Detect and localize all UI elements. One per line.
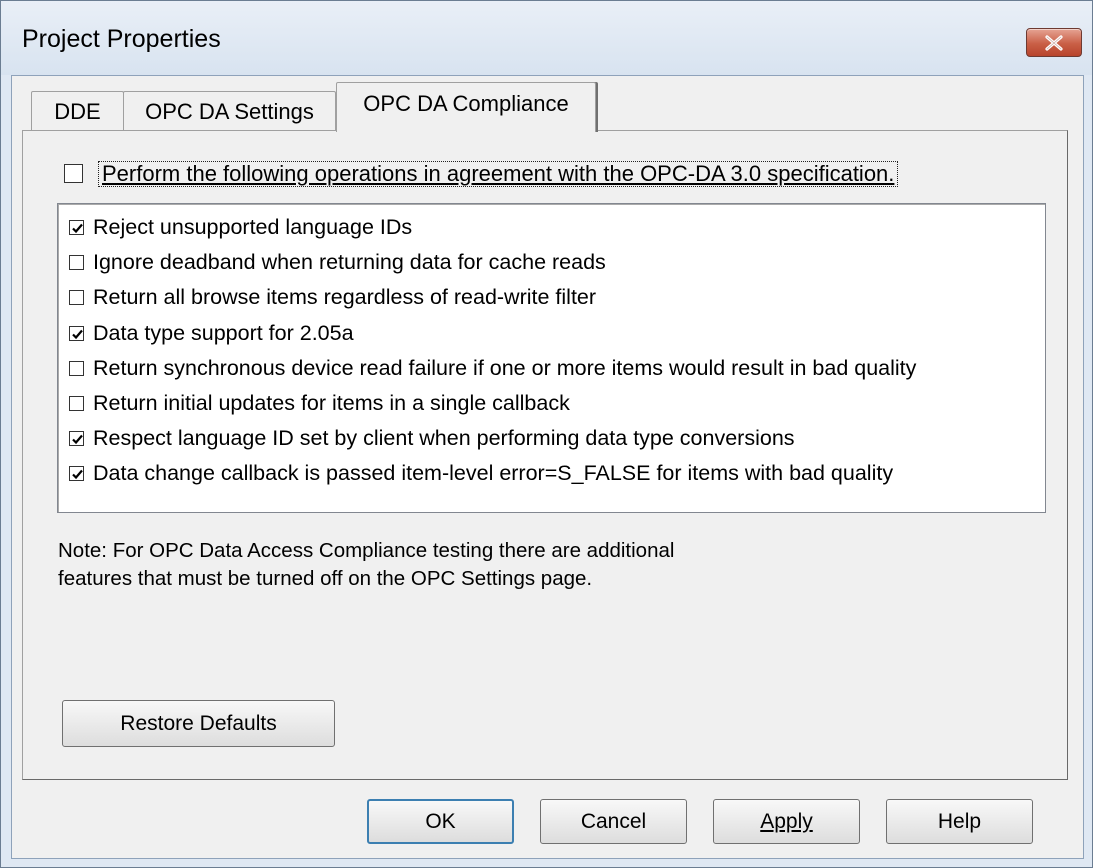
checkmark-icon (72, 223, 83, 234)
main-option-label-text: Perform the following operations in agre… (102, 161, 895, 186)
list-item[interactable]: Ignore deadband when returning data for … (66, 247, 1036, 279)
tab-dde[interactable]: DDE (31, 91, 124, 131)
apply-button[interactable]: Apply (713, 799, 860, 844)
help-button[interactable]: Help (886, 799, 1033, 844)
list-item[interactable]: Reject unsupported language IDs (66, 212, 1036, 244)
close-button[interactable] (1026, 28, 1082, 57)
checkmark-icon (72, 470, 83, 480)
apply-button-label: Apply (760, 810, 813, 833)
option-checkbox[interactable] (69, 431, 84, 447)
note-line-2: features that must be turned off on the … (58, 567, 593, 590)
compliance-note: Note: For OPC Data Access Compliance tes… (58, 537, 674, 593)
list-item[interactable]: Data type support for 2.05a (66, 318, 1036, 350)
option-checkbox[interactable] (69, 466, 84, 482)
option-label: Return all browse items regardless of re… (93, 285, 597, 310)
project-properties-dialog: Project Properties DDE OPC DA Settings O… (0, 0, 1093, 868)
tab-opc-da-settings[interactable]: OPC DA Settings (123, 91, 336, 131)
option-checkbox[interactable] (69, 396, 84, 411)
option-label: Respect language ID set by client when p… (93, 426, 795, 451)
cancel-button[interactable]: Cancel (540, 799, 687, 844)
list-item[interactable]: Return initial updates for items in a si… (66, 388, 1036, 420)
checkmark-icon (72, 434, 83, 445)
list-item[interactable]: Respect language ID set by client when p… (66, 423, 1036, 455)
option-label: Data change callback is passed item-leve… (93, 461, 894, 486)
option-label: Ignore deadband when returning data for … (93, 250, 606, 275)
tab-opc-da-compliance[interactable]: OPC DA Compliance (336, 82, 596, 132)
option-checkbox[interactable] (69, 255, 84, 271)
compliance-options-list[interactable]: Reject unsupported language IDs Ignore de… (57, 203, 1046, 513)
option-checkbox[interactable] (69, 220, 84, 235)
option-label: Reject unsupported language IDs (93, 215, 413, 239)
close-x-icon (1045, 34, 1063, 51)
option-label: Return initial updates for items in a si… (93, 391, 570, 415)
ok-button[interactable]: OK (367, 799, 514, 844)
main-option-label[interactable]: Perform the following operations in agre… (98, 161, 899, 187)
restore-defaults-button[interactable]: Restore Defaults (62, 700, 335, 747)
window-title: Project Properties (22, 25, 221, 53)
list-item[interactable]: Return synchronous device read failure i… (66, 353, 1036, 385)
option-checkbox[interactable] (69, 325, 84, 341)
option-label: Return synchronous device read failure i… (93, 355, 917, 380)
dialog-client-area: DDE OPC DA Settings OPC DA Compliance Pe… (11, 75, 1084, 859)
list-item[interactable]: Data change callback is passed item-leve… (66, 458, 1036, 490)
checkmark-icon (72, 329, 83, 339)
option-label: Data type support for 2.05a (93, 320, 354, 345)
note-line-1: Note: For OPC Data Access Compliance tes… (58, 539, 675, 562)
option-checkbox[interactable] (69, 290, 84, 306)
title-bar[interactable]: Project Properties (1, 1, 1092, 75)
list-item[interactable]: Return all browse items regardless of re… (66, 282, 1036, 314)
option-checkbox[interactable] (69, 360, 84, 376)
main-option-checkbox[interactable] (64, 164, 83, 183)
